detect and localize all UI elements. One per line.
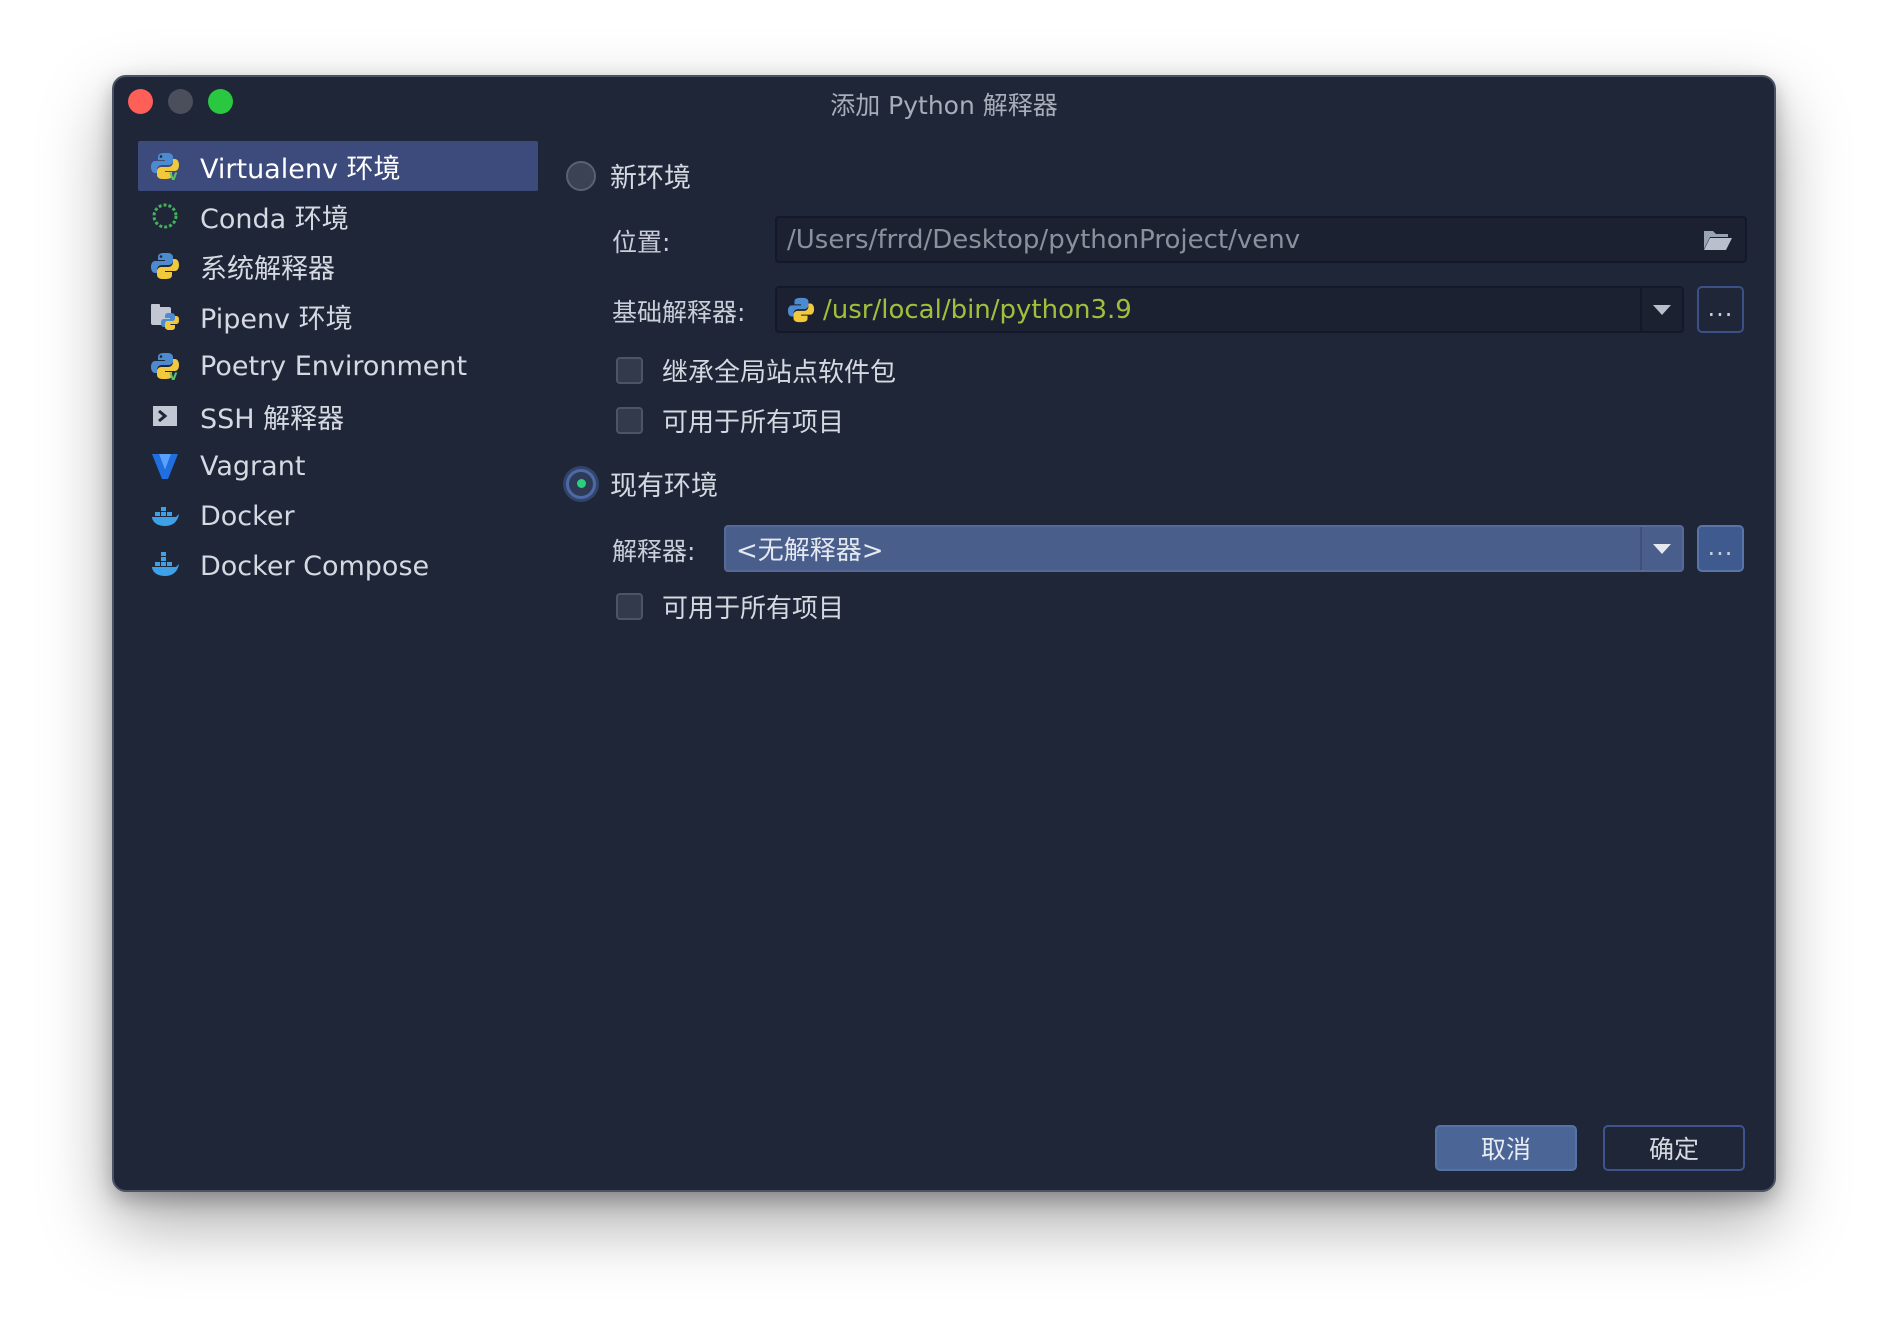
- svg-text:v: v: [169, 169, 178, 181]
- sidebar-item-label: Docker Compose: [200, 550, 430, 582]
- sidebar-item-docker-compose[interactable]: Docker Compose: [138, 541, 538, 591]
- sidebar-item-label: Poetry Environment: [200, 350, 468, 382]
- new-environment-option[interactable]: 新环境: [566, 156, 691, 195]
- sidebar-item-pipenv[interactable]: Pipenv 环境: [138, 291, 538, 341]
- existing-env-available-all-checkbox[interactable]: [616, 593, 643, 620]
- folder-open-icon[interactable]: [1703, 228, 1733, 252]
- python-icon: [787, 296, 815, 324]
- poetry-icon: v: [150, 351, 180, 384]
- ok-button[interactable]: 确定: [1603, 1125, 1745, 1171]
- interpreter-type-list: v Virtualenv 环境 Conda 环境 系统解释器 Pipenv 环境…: [138, 141, 538, 591]
- sidebar-item-label: 系统解释器: [200, 253, 335, 285]
- sidebar-item-system-interpreter[interactable]: 系统解释器: [138, 241, 538, 291]
- sidebar-item-poetry[interactable]: v Poetry Environment: [138, 341, 538, 391]
- pipenv-icon: [150, 301, 180, 331]
- interpreter-label: 解释器:: [612, 537, 696, 566]
- sidebar-item-vagrant[interactable]: Vagrant: [138, 441, 538, 491]
- inherit-site-packages-label: 继承全局站点软件包: [662, 358, 897, 388]
- base-interpreter-select[interactable]: /usr/local/bin/python3.9: [775, 286, 1684, 333]
- chevron-down-icon[interactable]: [1640, 288, 1682, 331]
- existing-env-available-all-option[interactable]: 可用于所有项目: [616, 588, 844, 625]
- docker-compose-icon: [150, 551, 180, 581]
- svg-text:v: v: [169, 369, 178, 381]
- add-python-interpreter-dialog: 添加 Python 解释器 v Virtualenv 环境 Conda 环境 系…: [112, 75, 1776, 1192]
- sidebar-item-label: Virtualenv 环境: [200, 153, 401, 185]
- base-interpreter-label: 基础解释器:: [612, 298, 746, 327]
- vagrant-icon: [150, 451, 180, 481]
- inherit-site-packages-checkbox[interactable]: [616, 357, 643, 384]
- new-environment-radio[interactable]: [566, 160, 596, 191]
- new-env-available-all-option[interactable]: 可用于所有项目: [616, 402, 844, 439]
- terminal-icon: [150, 401, 180, 431]
- new-env-available-all-checkbox[interactable]: [616, 407, 643, 434]
- browse-interpreter-button[interactable]: ...: [1697, 525, 1744, 572]
- conda-icon: [150, 201, 180, 231]
- location-field[interactable]: /Users/frrd/Desktop/pythonProject/venv: [775, 216, 1747, 263]
- sidebar-item-virtualenv[interactable]: v Virtualenv 环境: [138, 141, 538, 191]
- window-title: 添加 Python 解释器: [830, 91, 1058, 120]
- base-interpreter-value: /usr/local/bin/python3.9: [823, 294, 1132, 325]
- existing-environment-radio[interactable]: [566, 468, 596, 499]
- docker-icon: [150, 501, 180, 531]
- cancel-button[interactable]: 取消: [1435, 1125, 1577, 1171]
- sidebar-item-label: Vagrant: [200, 450, 306, 482]
- sidebar-item-conda[interactable]: Conda 环境: [138, 191, 538, 241]
- new-environment-label: 新环境: [610, 163, 691, 194]
- sidebar-item-ssh[interactable]: SSH 解释器: [138, 391, 538, 441]
- title-bar: 添加 Python 解释器: [114, 77, 1774, 125]
- sidebar-item-label: Pipenv 环境: [200, 303, 353, 335]
- sidebar-item-docker[interactable]: Docker: [138, 491, 538, 541]
- sidebar-item-label: SSH 解释器: [200, 403, 345, 435]
- interpreter-value: <无解释器>: [736, 536, 884, 566]
- python-icon: [150, 251, 180, 281]
- location-value: /Users/frrd/Desktop/pythonProject/venv: [787, 224, 1301, 255]
- existing-environment-label: 现有环境: [610, 471, 718, 502]
- python-virtualenv-icon: v: [150, 151, 180, 184]
- existing-environment-option[interactable]: 现有环境: [566, 464, 718, 503]
- inherit-site-packages-option[interactable]: 继承全局站点软件包: [616, 352, 896, 389]
- browse-base-interpreter-button[interactable]: ...: [1697, 286, 1744, 333]
- sidebar-item-label: Conda 环境: [200, 203, 349, 235]
- sidebar-item-label: Docker: [200, 500, 295, 532]
- location-label: 位置:: [612, 228, 671, 257]
- chevron-down-icon[interactable]: [1640, 527, 1682, 570]
- new-env-available-all-label: 可用于所有项目: [662, 408, 845, 438]
- existing-env-available-all-label: 可用于所有项目: [662, 594, 845, 624]
- interpreter-select[interactable]: <无解释器>: [724, 525, 1684, 572]
